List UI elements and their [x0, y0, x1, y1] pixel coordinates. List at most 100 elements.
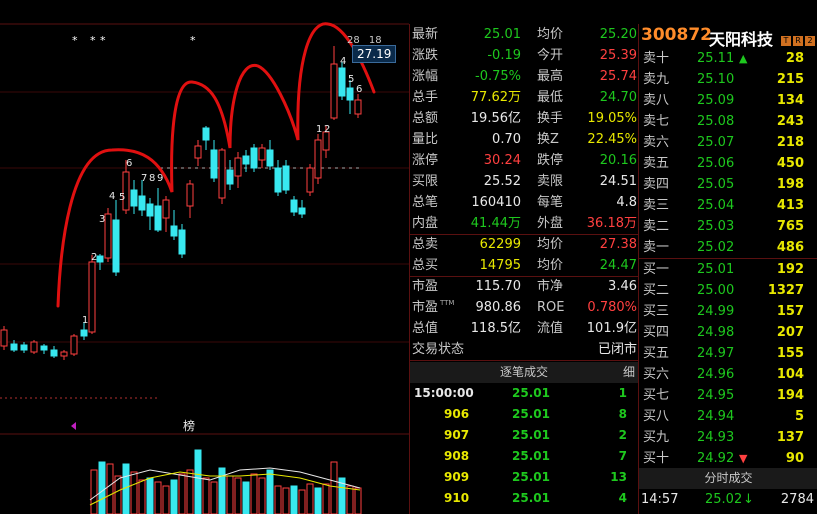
ask-row[interactable]: 卖五 25.06 450	[639, 153, 817, 174]
ob-label: 卖三	[643, 198, 670, 213]
ob-label: 卖四	[643, 177, 670, 192]
ask-row[interactable]: 卖三 25.04 413	[639, 195, 817, 216]
minute-trades-header[interactable]: 分时成交	[639, 468, 817, 489]
quote-label: 卖限	[537, 174, 564, 189]
quote-value: 19.05%	[587, 111, 637, 126]
quote-label: 涨停	[412, 153, 439, 168]
quote-row: 量比 0.70 换Z 22.45%	[410, 129, 639, 150]
quote-label: 最新	[412, 27, 439, 42]
volume-bar	[234, 477, 242, 514]
ob-volume: 5	[794, 409, 804, 424]
quote-row: 总额 19.56亿 换手 19.05%	[410, 108, 639, 129]
last-price-tag: 27.19	[352, 45, 397, 63]
ask-row[interactable]: 卖九 25.10 215	[639, 69, 817, 90]
candle-label: 8	[149, 173, 155, 184]
kline-svg[interactable]: 1234 567 8 91 2456* * * *	[0, 0, 409, 514]
billboard-label[interactable]: 榜	[183, 417, 195, 434]
ask-row[interactable]: 卖七 25.08 243	[639, 111, 817, 132]
quote-value: -0.75%	[475, 69, 521, 84]
trades-detail-button[interactable]: 细	[623, 362, 635, 383]
ob-price: 24.96	[697, 367, 735, 382]
bid-row[interactable]: 买八 24.94 5	[639, 406, 817, 427]
ask-row[interactable]: 卖二 25.03 765	[639, 216, 817, 237]
ask-row[interactable]: 卖一 25.02 486	[639, 237, 817, 258]
quote-label: 市净	[537, 279, 564, 294]
ask-row[interactable]: 卖八 25.09 134	[639, 90, 817, 111]
high-label-2: 18	[368, 35, 382, 46]
ob-price: 24.94	[697, 409, 735, 424]
bid-row[interactable]: 买七 24.95 194	[639, 385, 817, 406]
quote-value: 24.70	[599, 90, 637, 105]
candle-body	[306, 167, 314, 193]
ob-price: 25.00	[697, 283, 735, 298]
volume-bar	[354, 487, 362, 514]
bid-row[interactable]: 买五 24.97 155	[639, 343, 817, 364]
trade-volume: 7	[618, 449, 627, 463]
quote-label: 最高	[537, 69, 564, 84]
quote-row: 涨跌 -0.19 今开 25.39	[410, 45, 639, 66]
bid-row[interactable]: 买十 24.92 ▼ 90	[639, 448, 817, 469]
quote-value: 62299	[479, 237, 521, 252]
candle-body	[130, 189, 138, 207]
volume-bar	[322, 483, 330, 514]
volume-bar	[146, 477, 154, 514]
candle-body	[242, 155, 250, 165]
quote-value: 30.24	[483, 153, 521, 168]
trade-volume: 2	[618, 428, 627, 442]
ob-label: 卖十	[643, 51, 670, 66]
candle-label: 5	[119, 192, 125, 203]
kline-chart[interactable]: 1 2 3 4 5 6 7 8 9 1 2 4 5 6 * * * * 27.19 28 18 榜	[0, 0, 409, 514]
minute-trade-row: 14:57 25.02 ↓ 2784	[639, 489, 817, 510]
ob-label: 卖六	[643, 135, 670, 150]
candle-label: 1	[82, 315, 88, 326]
ob-label: 买七	[643, 388, 670, 403]
ask-row[interactable]: 卖十 25.11 ▲ 28	[639, 48, 817, 69]
candle-body	[146, 203, 154, 217]
candle-label: 5	[348, 74, 354, 85]
quote-value: 14795	[479, 258, 521, 273]
quote-label: 市盈	[412, 279, 439, 294]
orderbook-panel: 300872 天阳科技 TR2 卖十 25.11 ▲ 28 卖九 25.10 215 卖八 25…	[638, 24, 817, 514]
candle-body	[258, 147, 266, 161]
ob-volume: 765	[776, 219, 804, 234]
ob-volume: 215	[776, 72, 804, 87]
ob-volume: 486	[776, 240, 804, 255]
bid-row[interactable]: 买一 25.01 192	[639, 259, 817, 280]
candle-body	[80, 329, 88, 337]
quote-label: 换Z	[537, 132, 559, 147]
quote-row: 交易状态 已闭市	[410, 339, 639, 360]
volume-bar	[114, 475, 122, 514]
trades-header[interactable]: 逐笔成交 细	[410, 362, 639, 383]
badge-2: 2	[805, 35, 815, 46]
candle-body	[60, 351, 68, 357]
trade-price: 25.01	[512, 470, 550, 484]
quote-value: 101.9亿	[586, 321, 637, 336]
ob-price: 25.08	[697, 114, 735, 129]
bid-row[interactable]: 买九 24.93 137	[639, 427, 817, 448]
bid-row[interactable]: 买六 24.96 104	[639, 364, 817, 385]
bid-row[interactable]: 买三 24.99 157	[639, 301, 817, 322]
bid-row[interactable]: 买二 25.00 1327	[639, 280, 817, 301]
quote-value: 980.86	[475, 300, 522, 315]
candle-body	[96, 255, 104, 263]
bid-row[interactable]: 买四 24.98 207	[639, 322, 817, 343]
candle-label: 2	[324, 124, 330, 135]
volume-bar	[194, 449, 202, 514]
candle-body	[282, 165, 290, 191]
ask-row[interactable]: 卖四 25.05 198	[639, 174, 817, 195]
ob-volume: 198	[776, 177, 804, 192]
quote-row: 涨幅 -0.75% 最高 25.74	[410, 66, 639, 87]
ob-label: 买八	[643, 409, 670, 424]
quote-label: 总额	[412, 111, 439, 126]
quote-value: 25.74	[599, 69, 637, 84]
candle-body	[104, 213, 112, 259]
volume-bar	[226, 475, 234, 514]
candle-body	[330, 63, 338, 119]
ask-row[interactable]: 卖六 25.07 218	[639, 132, 817, 153]
candle-body	[274, 167, 282, 193]
candle-body	[194, 145, 202, 159]
candle-body	[290, 199, 298, 213]
candle-body	[112, 219, 120, 273]
quote-label: 均价	[537, 27, 564, 42]
quote-value: 0.780%	[587, 300, 637, 315]
